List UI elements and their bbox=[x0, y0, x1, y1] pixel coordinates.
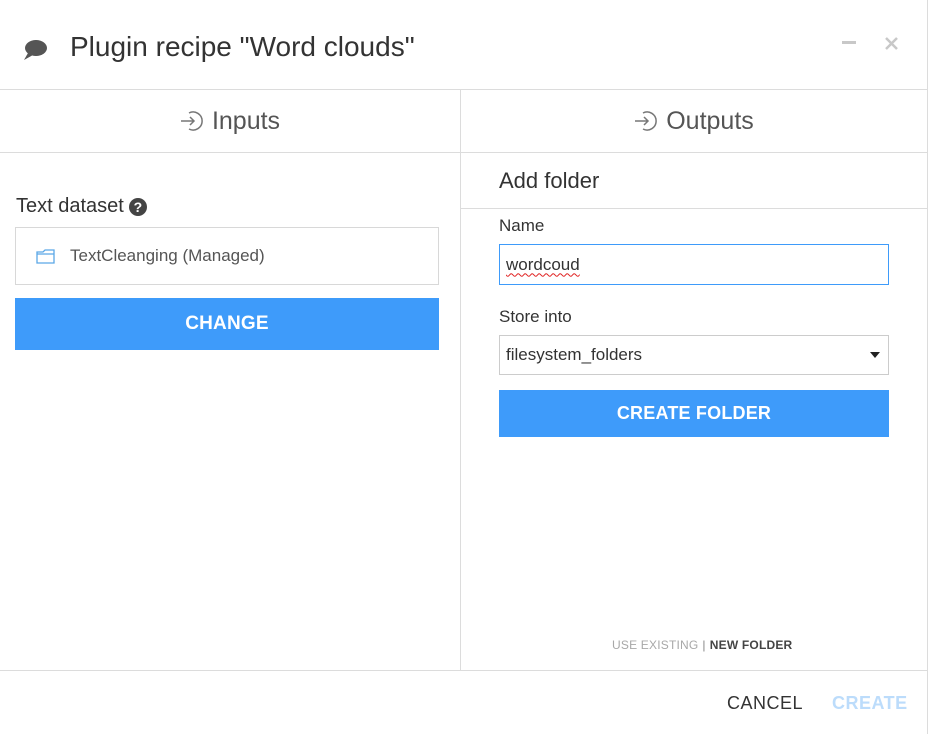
dataset-name: TextCleanging (Managed) bbox=[70, 246, 265, 265]
input-arrow-icon bbox=[180, 111, 203, 131]
new-folder-link[interactable]: NEW FOLDER bbox=[710, 638, 793, 652]
input-arrow-icon bbox=[635, 111, 658, 131]
create-folder-button[interactable]: CREATE FOLDER bbox=[499, 390, 889, 437]
outputs-header-label: Outputs bbox=[666, 106, 754, 135]
name-label: Name bbox=[499, 216, 545, 235]
store-into-value: filesystem_folders bbox=[506, 345, 643, 364]
mode-separator: | bbox=[702, 638, 706, 652]
folder-name-value: wordcoud bbox=[506, 254, 580, 274]
text-dataset-label: Text dataset ? bbox=[16, 195, 147, 218]
folder-name-input[interactable]: wordcoud bbox=[499, 244, 889, 285]
section-divider bbox=[461, 208, 927, 209]
minimize-button[interactable] bbox=[838, 32, 860, 54]
folder-mode-switch: USE EXISTING | NEW FOLDER bbox=[612, 638, 792, 652]
add-folder-title: Add folder bbox=[499, 168, 600, 193]
create-button[interactable]: CREATE bbox=[832, 693, 908, 714]
folder-icon bbox=[36, 248, 55, 264]
minimize-icon bbox=[842, 41, 856, 44]
plugin-recipe-dialog: Plugin recipe "Word clouds" Inputs Outpu… bbox=[0, 0, 928, 734]
close-icon bbox=[884, 36, 898, 50]
use-existing-link[interactable]: USE EXISTING bbox=[612, 638, 698, 652]
cancel-button[interactable]: CANCEL bbox=[727, 693, 803, 714]
inputs-header: Inputs bbox=[0, 90, 460, 153]
dialog-title: Plugin recipe "Word clouds" bbox=[70, 31, 415, 62]
chat-bubble-icon bbox=[24, 40, 47, 60]
selected-dataset: TextCleanging (Managed) bbox=[15, 227, 439, 285]
help-icon[interactable]: ? bbox=[128, 197, 147, 216]
dialog-header: Plugin recipe "Word clouds" bbox=[0, 0, 928, 90]
inputs-header-label: Inputs bbox=[211, 106, 281, 135]
chevron-down-icon bbox=[870, 352, 880, 358]
change-button[interactable]: CHANGE bbox=[15, 298, 439, 350]
text-dataset-label-text: Text dataset bbox=[16, 195, 124, 217]
store-into-label: Store into bbox=[499, 307, 572, 326]
dialog-footer: CANCEL CREATE bbox=[0, 670, 928, 734]
close-button[interactable] bbox=[880, 32, 902, 54]
column-divider bbox=[460, 90, 461, 670]
outputs-header: Outputs bbox=[461, 90, 927, 153]
store-into-select[interactable]: filesystem_folders bbox=[499, 335, 889, 375]
